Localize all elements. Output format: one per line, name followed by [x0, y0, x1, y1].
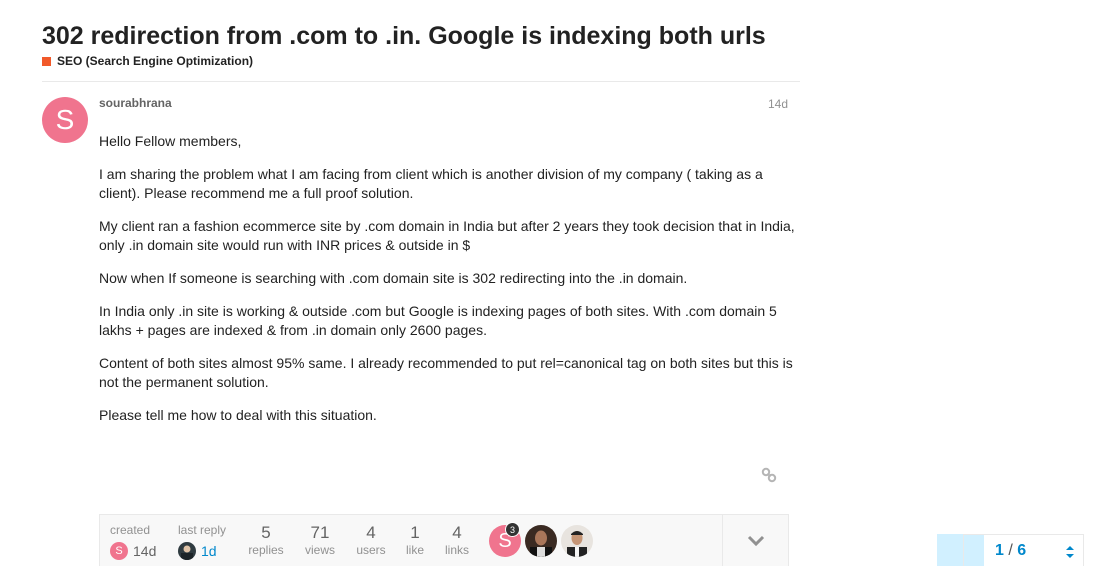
- stat-label: links: [444, 543, 469, 557]
- post-paragraph: Hello Fellow members,: [99, 133, 242, 149]
- post-username[interactable]: sourabhrana: [99, 96, 172, 110]
- post-count-badge: 3: [505, 522, 520, 537]
- created-info[interactable]: created S 14d: [110, 523, 156, 560]
- progress-fill: [964, 535, 984, 566]
- title-divider: [42, 81, 800, 82]
- last-reply-label: last reply: [178, 523, 227, 537]
- post-date[interactable]: 14d: [768, 97, 788, 111]
- category-badge[interactable]: SEO (Search Engine Optimization): [42, 54, 253, 68]
- views-stat: 71 views: [300, 523, 340, 557]
- likes-stat: 1 like: [395, 523, 435, 557]
- avatar: [178, 542, 196, 560]
- chevron-down-icon: [747, 535, 765, 547]
- post-paragraph: Content of both sites almost 95% same. I…: [99, 355, 793, 390]
- timeline-track: [937, 534, 963, 566]
- post-body: Hello Fellow members, I am sharing the p…: [99, 132, 795, 439]
- stat-value: 1: [410, 523, 420, 542]
- progress-total: 6: [1017, 542, 1027, 559]
- stat-label: users: [356, 543, 386, 557]
- avatar-letter: S: [115, 545, 123, 557]
- topic-page: 302 redirection from .com to .in. Google…: [0, 0, 1093, 566]
- last-reply-date: 1d: [201, 543, 217, 559]
- avatar: S: [110, 542, 128, 560]
- avatar[interactable]: S: [42, 97, 88, 143]
- last-reply-info[interactable]: last reply 1d: [178, 523, 226, 560]
- post-paragraph: Please tell me how to deal with this sit…: [99, 407, 377, 423]
- progress-separator: /: [1008, 542, 1013, 559]
- stat-value: 4: [366, 523, 376, 542]
- replies-stat: 5 replies: [246, 523, 286, 557]
- created-label: created: [110, 523, 151, 537]
- stat-label: like: [405, 543, 424, 557]
- avatar-letter: S: [55, 104, 75, 135]
- users-stat: 4 users: [351, 523, 391, 557]
- post-paragraph: I am sharing the problem what I am facin…: [99, 166, 763, 201]
- post-paragraph: In India only .in site is working & outs…: [99, 303, 777, 338]
- participant-avatar[interactable]: S 3: [489, 522, 521, 557]
- stat-label: views: [304, 543, 335, 557]
- category-name: SEO (Search Engine Optimization): [57, 54, 254, 68]
- post-paragraph: Now when If someone is searching with .c…: [99, 270, 688, 286]
- expand-topic-map-button[interactable]: [723, 515, 789, 566]
- progress-indicator: 1 / 6: [995, 542, 1026, 560]
- stat-label: replies: [248, 543, 284, 557]
- stat-value: 71: [310, 523, 330, 542]
- category-color-swatch: [42, 56, 51, 66]
- link-icon[interactable]: [760, 466, 778, 484]
- participant-avatars: S 3: [489, 522, 597, 557]
- post-paragraph: My client ran a fashion ecommerce site b…: [99, 218, 795, 253]
- topic-map: created S 14d last reply 1d 5 replies 71…: [99, 514, 789, 566]
- participant-avatar[interactable]: [525, 525, 557, 557]
- topic-title[interactable]: 302 redirection from .com to .in. Google…: [42, 22, 766, 51]
- progress-current: 1: [995, 542, 1004, 559]
- stat-value: 5: [261, 523, 271, 542]
- stat-value: 4: [452, 523, 462, 542]
- participant-avatar[interactable]: [561, 525, 593, 557]
- created-date: 14d: [133, 543, 157, 559]
- sort-arrows-icon: [1066, 546, 1074, 558]
- topic-progress-button[interactable]: 1 / 6: [963, 534, 1084, 566]
- links-stat[interactable]: 4 links: [437, 523, 477, 557]
